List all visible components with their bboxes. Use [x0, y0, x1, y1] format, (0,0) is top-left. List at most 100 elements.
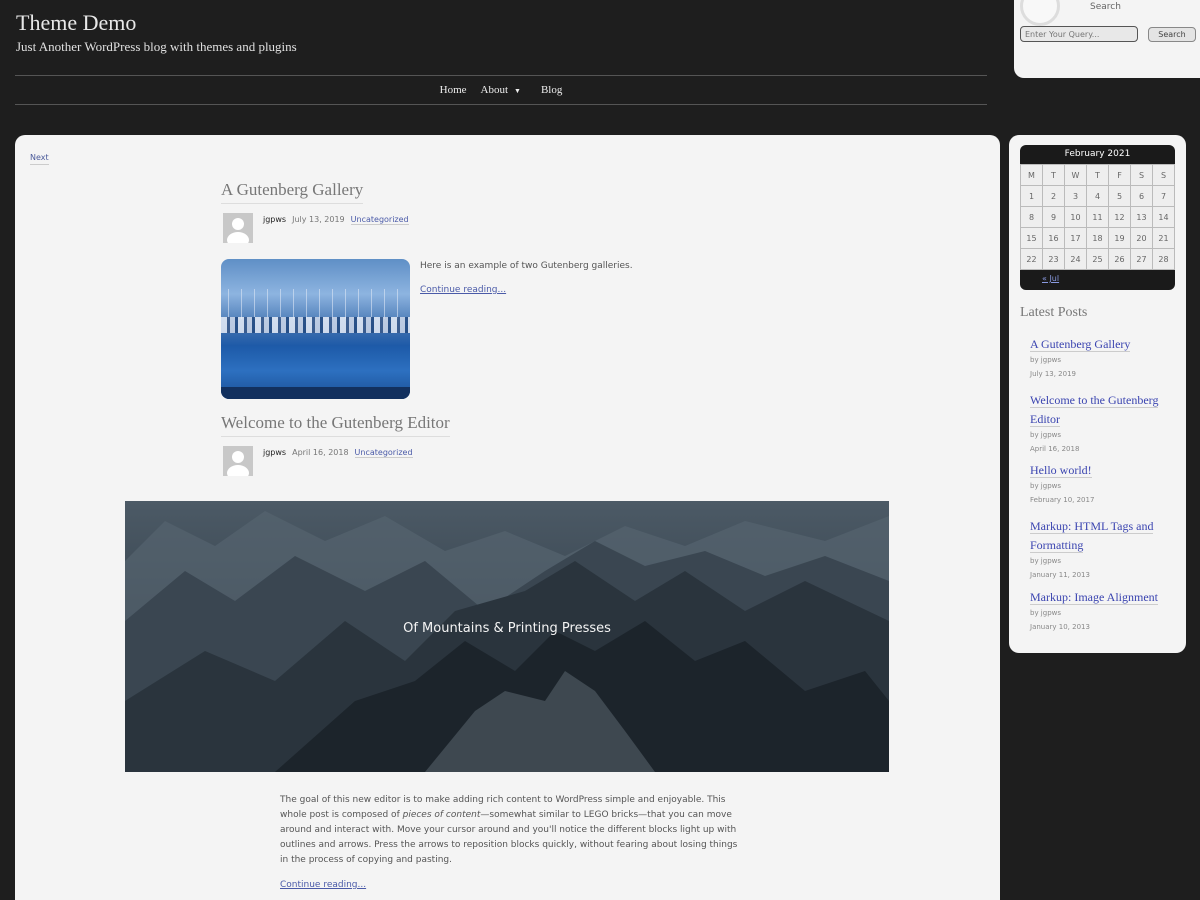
site-description: Just Another WordPress blog with themes … — [16, 39, 297, 54]
post-author[interactable]: jgpws — [263, 215, 286, 224]
post-content: The goal of this new editor is to make a… — [280, 793, 740, 868]
post-thumbnail[interactable] — [221, 259, 410, 399]
latest-post-link[interactable]: Markup: HTML Tags and Formatting — [1030, 519, 1154, 553]
latest-post-author: by jgpws — [1030, 557, 1062, 565]
calendar-day: 16 — [1042, 227, 1065, 249]
post-author[interactable]: jgpws — [263, 448, 286, 457]
calendar-day: 12 — [1108, 206, 1131, 228]
calendar-day: 24 — [1064, 248, 1087, 270]
calendar-day-header: T — [1086, 164, 1109, 186]
post-title[interactable]: A Gutenberg Gallery — [221, 180, 364, 204]
calendar-day: 6 — [1130, 185, 1153, 207]
site-title[interactable]: Theme Demo — [16, 10, 136, 36]
calendar-day: 10 — [1064, 206, 1087, 228]
calendar-prev-link[interactable]: « Jul — [1020, 270, 1175, 288]
dropdown-arrow-icon[interactable]: ▼ — [514, 87, 521, 95]
search-widget: Search Search — [1014, 0, 1200, 78]
calendar-week-row: 8 9 10 11 12 13 14 — [1020, 206, 1175, 228]
latest-posts-title: Latest Posts — [1020, 305, 1088, 320]
thumbnail-masts — [221, 289, 410, 319]
nav-item-home[interactable]: Home — [440, 76, 467, 105]
latest-post-link[interactable]: Welcome to the Gutenberg Editor — [1030, 393, 1159, 427]
post-title[interactable]: Welcome to the Gutenberg Editor — [221, 413, 450, 437]
calendar-day: 1 — [1020, 185, 1043, 207]
cover-text: Of Mountains & Printing Presses — [403, 621, 611, 636]
calendar-day-header: F — [1108, 164, 1131, 186]
search-button[interactable]: Search — [1148, 27, 1196, 42]
calendar-day: 4 — [1086, 185, 1109, 207]
nav-item-about[interactable]: About ▼ — [481, 76, 527, 105]
calendar-day-header: S — [1130, 164, 1153, 186]
latest-post-date: February 10, 2017 — [1030, 496, 1095, 504]
calendar-day-header: S — [1152, 164, 1175, 186]
calendar-day: 18 — [1086, 227, 1109, 249]
post-date[interactable]: April 16, 2018 — [292, 448, 348, 457]
latest-post-date: July 13, 2019 — [1030, 370, 1076, 378]
main-navigation: Home About ▼ Blog — [15, 75, 987, 105]
calendar-day: 17 — [1064, 227, 1087, 249]
post-meta: jgpws April 16, 2018 Uncategorized — [223, 446, 413, 476]
post-category[interactable]: Uncategorized — [350, 215, 409, 225]
latest-post-item: Markup: Image Alignment by jgpws January… — [1030, 586, 1175, 631]
calendar-day: 21 — [1152, 227, 1175, 249]
continue-reading-link[interactable]: Continue reading... — [280, 880, 366, 890]
calendar-day: 28 — [1152, 248, 1175, 270]
calendar-day: 26 — [1108, 248, 1131, 270]
latest-post-link[interactable]: A Gutenberg Gallery — [1030, 337, 1131, 352]
calendar-day: 22 — [1020, 248, 1043, 270]
post-content-emphasis: pieces of content — [402, 810, 481, 820]
latest-post-date: January 11, 2013 — [1030, 571, 1090, 579]
search-label: Search — [1090, 2, 1121, 12]
calendar-week-row: 1 2 3 4 5 6 7 — [1020, 185, 1175, 207]
latest-post-author: by jgpws — [1030, 431, 1062, 439]
continue-reading-link[interactable]: Continue reading... — [420, 285, 506, 295]
calendar-day: 5 — [1108, 185, 1131, 207]
post-excerpt: Here is an example of two Gutenberg gall… — [420, 261, 633, 271]
calendar-day-header: T — [1042, 164, 1065, 186]
calendar-day: 14 — [1152, 206, 1175, 228]
post-date[interactable]: July 13, 2019 — [292, 215, 345, 224]
sidebar: February 2021 M T W T F S S 1 2 3 4 5 6 … — [1009, 135, 1186, 653]
calendar-week-row: 22 23 24 25 26 27 28 — [1020, 248, 1175, 270]
latest-post-item: Welcome to the Gutenberg Editor by jgpws… — [1030, 389, 1175, 453]
calendar-day: 8 — [1020, 206, 1043, 228]
latest-post-date: January 10, 2013 — [1030, 623, 1090, 631]
latest-post-date: April 16, 2018 — [1030, 445, 1080, 453]
calendar-day: 19 — [1108, 227, 1131, 249]
calendar-table: M T W T F S S 1 2 3 4 5 6 7 8 9 10 11 12… — [1020, 164, 1175, 270]
author-avatar — [223, 446, 253, 476]
post-category[interactable]: Uncategorized — [354, 448, 413, 458]
calendar-widget: February 2021 M T W T F S S 1 2 3 4 5 6 … — [1020, 145, 1175, 290]
latest-post-author: by jgpws — [1030, 609, 1062, 617]
nav-item-about-label: About — [480, 84, 509, 96]
calendar-day: 7 — [1152, 185, 1175, 207]
calendar-caption: February 2021 — [1064, 149, 1131, 159]
calendar-day: 20 — [1130, 227, 1153, 249]
latest-post-link[interactable]: Markup: Image Alignment — [1030, 590, 1158, 605]
calendar-day-header: W — [1064, 164, 1087, 186]
calendar-day: 23 — [1042, 248, 1065, 270]
calendar-day: 25 — [1086, 248, 1109, 270]
calendar-day: 27 — [1130, 248, 1153, 270]
post-meta: jgpws July 13, 2019 Uncategorized — [223, 213, 409, 243]
latest-post-author: by jgpws — [1030, 482, 1062, 490]
cover-block: Of Mountains & Printing Presses — [125, 501, 889, 772]
latest-post-item: A Gutenberg Gallery by jgpws July 13, 20… — [1030, 333, 1175, 378]
nav-item-blog[interactable]: Blog — [541, 76, 562, 105]
author-avatar — [223, 213, 253, 243]
calendar-day: 9 — [1042, 206, 1065, 228]
latest-post-link[interactable]: Hello world! — [1030, 463, 1092, 478]
latest-post-author: by jgpws — [1030, 356, 1062, 364]
latest-post-item: Markup: HTML Tags and Formatting by jgpw… — [1030, 515, 1175, 579]
main-content: Next A Gutenberg Gallery jgpws July 13, … — [15, 135, 1000, 900]
next-page-link[interactable]: Next — [30, 153, 49, 165]
latest-post-item: Hello world! by jgpws February 10, 2017 — [1030, 459, 1175, 504]
search-decoration-circle — [1020, 0, 1060, 26]
calendar-week-row: 15 16 17 18 19 20 21 — [1020, 227, 1175, 249]
search-input[interactable] — [1020, 26, 1138, 42]
calendar-day: 2 — [1042, 185, 1065, 207]
calendar-header-row: M T W T F S S — [1020, 164, 1175, 186]
mountain-illustration — [125, 511, 889, 772]
thumbnail-boats — [221, 317, 410, 333]
calendar-day: 13 — [1130, 206, 1153, 228]
